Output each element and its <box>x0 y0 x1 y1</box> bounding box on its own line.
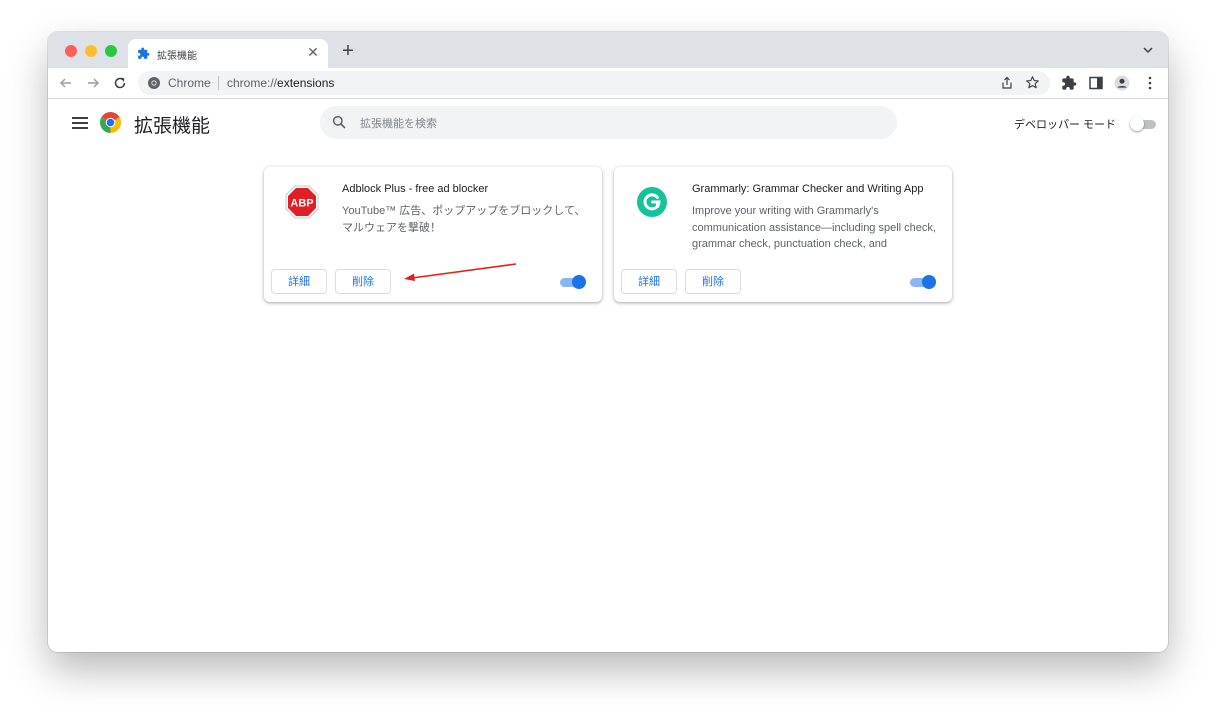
chrome-logo-icon <box>100 112 121 133</box>
reload-icon[interactable] <box>112 75 128 91</box>
abp-icon-lettering: ABP <box>290 198 313 210</box>
close-window-button[interactable] <box>65 45 77 57</box>
page-title: 拡張機能 <box>134 116 211 137</box>
forward-arrow-icon[interactable] <box>85 75 101 91</box>
back-arrow-icon[interactable] <box>58 75 74 91</box>
details-button[interactable]: 詳細 <box>271 269 327 294</box>
abp-icon: ABP <box>285 185 319 219</box>
browser-toolbar: Chrome chrome://extensions <box>48 68 1168 99</box>
search-icon <box>332 115 346 129</box>
tab-strip: 拡張機能 ✕ + <box>48 32 1168 68</box>
details-button[interactable]: 詳細 <box>621 269 677 294</box>
remove-button[interactable]: 削除 <box>685 269 741 294</box>
site-label: Chrome <box>168 76 211 90</box>
share-icon[interactable] <box>1000 76 1014 90</box>
tab-extensions[interactable]: 拡張機能 ✕ <box>128 39 328 68</box>
bookmark-star-icon[interactable] <box>1025 75 1040 90</box>
extension-search-box[interactable] <box>320 106 897 141</box>
extension-enable-toggle[interactable] <box>560 275 588 289</box>
tab-close-icon[interactable]: ✕ <box>305 44 321 60</box>
chrome-page-icon <box>148 77 160 89</box>
omnibox-divider <box>218 76 219 90</box>
toggle-knob <box>1130 117 1144 131</box>
browser-window: 拡張機能 ✕ + Chrome chrome://extensions 拡張機能… <box>48 32 1168 652</box>
hamburger-menu-icon[interactable] <box>72 116 88 130</box>
extension-card: Grammarly: Grammar Checker and Writing A… <box>614 167 952 302</box>
tab-title: 拡張機能 <box>157 51 197 62</box>
extensions-puzzle-icon[interactable] <box>1061 75 1077 91</box>
developer-mode-toggle[interactable] <box>1130 117 1156 131</box>
extension-name: Adblock Plus - free ad blocker <box>342 183 489 195</box>
profile-avatar-icon[interactable] <box>1114 75 1130 91</box>
extension-description: Improve your writing with Grammarly's co… <box>692 205 936 250</box>
remove-button[interactable]: 削除 <box>335 269 391 294</box>
address-bar[interactable]: Chrome chrome://extensions <box>138 71 1050 95</box>
extension-description: YouTube™ 広告、ポップアップをブロックして、マルウェアを撃破！ <box>342 205 586 234</box>
tab-search-chevron-icon[interactable] <box>1142 44 1154 56</box>
zoom-window-button[interactable] <box>105 45 117 57</box>
developer-mode-label: デベロッパー モード <box>1014 119 1117 131</box>
extension-enable-toggle[interactable] <box>910 275 938 289</box>
search-input[interactable] <box>358 106 882 141</box>
puzzle-icon <box>138 47 150 59</box>
extensions-header: 拡張機能 デベロッパー モード <box>48 99 1168 149</box>
url-text: chrome://extensions <box>227 76 334 90</box>
url-path: extensions <box>277 76 335 90</box>
annotation-arrow-icon <box>404 263 517 281</box>
grammarly-icon <box>637 187 667 217</box>
url-scheme: chrome:// <box>227 76 278 90</box>
minimize-window-button[interactable] <box>85 45 97 57</box>
toggle-knob <box>922 275 936 289</box>
more-menu-icon[interactable] <box>1142 75 1158 91</box>
new-tab-button[interactable]: + <box>338 41 358 61</box>
extension-name: Grammarly: Grammar Checker and Writing A… <box>692 183 924 195</box>
toggle-knob <box>572 275 586 289</box>
side-panel-icon[interactable] <box>1088 75 1104 91</box>
